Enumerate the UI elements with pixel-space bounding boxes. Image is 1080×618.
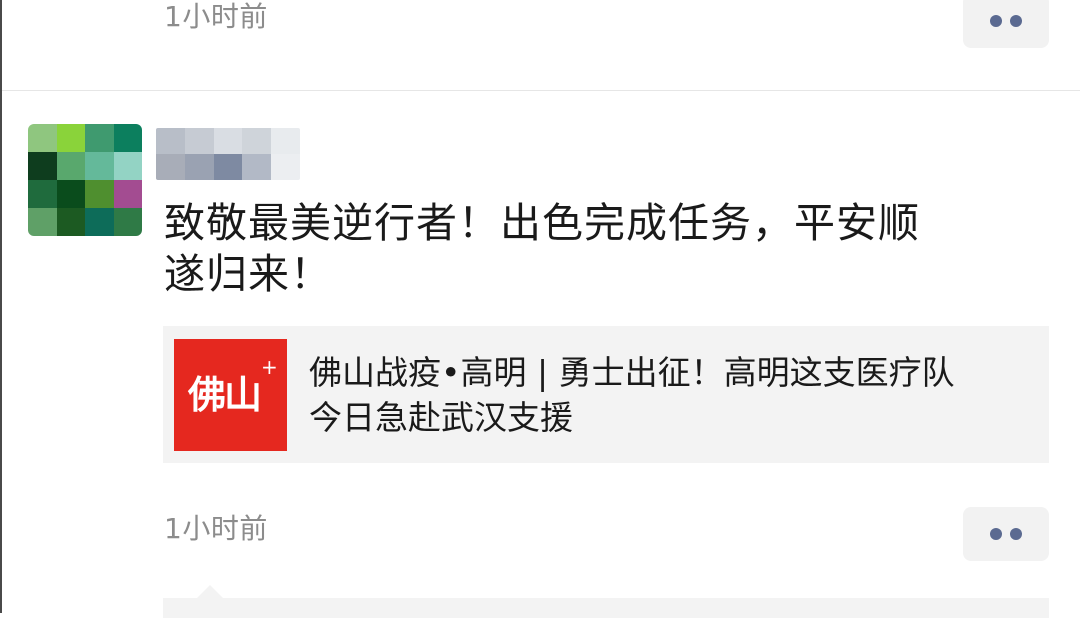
post-text-line: 致敬最美逆行者！出色完成任务，平安顺 [164, 199, 920, 247]
avatar-pixel [113, 152, 142, 180]
avatar-pixel [85, 124, 114, 152]
previous-post-more-button[interactable] [963, 0, 1049, 48]
avatar-pixel [28, 152, 57, 180]
nickname-pixel [271, 154, 300, 180]
nickname-pixel [271, 128, 300, 154]
link-thumbnail: 佛山 + [174, 339, 287, 451]
more-dots-icon [990, 15, 1002, 27]
avatar-pixel [85, 152, 114, 180]
window-left-edge [0, 0, 2, 613]
link-title: 佛山战疫•高明 | 勇士出征！高明这支医疗队 今日急赴武汉支援 [309, 350, 1039, 440]
link-title-line: 今日急赴武汉支援 [309, 398, 573, 437]
comments-area [163, 598, 1049, 618]
avatar-pixel [113, 180, 142, 208]
nickname[interactable] [156, 128, 300, 180]
avatar-pixel [56, 180, 85, 208]
avatar-pixel [85, 180, 114, 208]
nickname-pixel [184, 154, 214, 180]
thumbnail-plus-icon: + [261, 355, 278, 379]
nickname-pixel [242, 128, 272, 154]
avatar-pixel [28, 124, 57, 152]
avatar-pixel [113, 208, 142, 236]
feed-divider [2, 90, 1080, 91]
previous-post-timestamp: 1小时前 [164, 0, 268, 33]
avatar-pixel [56, 124, 85, 152]
avatar-pixel [28, 180, 57, 208]
thumbnail-logo-text: 佛山 [188, 372, 262, 417]
link-title-line: 佛山战疫•高明 | 勇士出征！高明这支医疗队 [309, 353, 955, 392]
avatar-pixel [56, 152, 85, 180]
more-dots-icon [1010, 15, 1022, 27]
avatar-pixel [113, 124, 142, 152]
avatar[interactable] [28, 124, 142, 236]
post-text-line: 遂归来！ [164, 250, 332, 298]
more-dots-icon [1010, 528, 1022, 540]
shared-link-card[interactable]: 佛山 + 佛山战疫•高明 | 勇士出征！高明这支医疗队 今日急赴武汉支援 [163, 326, 1049, 463]
more-dots-icon [990, 528, 1002, 540]
nickname-pixel [156, 128, 185, 154]
avatar-pixel [85, 208, 114, 236]
nickname-pixel [213, 154, 243, 180]
nickname-pixel [213, 128, 243, 154]
post-more-button[interactable] [963, 507, 1049, 561]
post-timestamp: 1小时前 [164, 512, 268, 545]
nickname-pixel [242, 154, 272, 180]
comments-pointer [196, 585, 224, 599]
nickname-pixel [184, 128, 214, 154]
avatar-pixel [28, 208, 57, 236]
avatar-pixel [56, 208, 85, 236]
nickname-pixel [156, 154, 185, 180]
post-text: 致敬最美逆行者！出色完成任务，平安顺 遂归来！ [164, 198, 1024, 300]
